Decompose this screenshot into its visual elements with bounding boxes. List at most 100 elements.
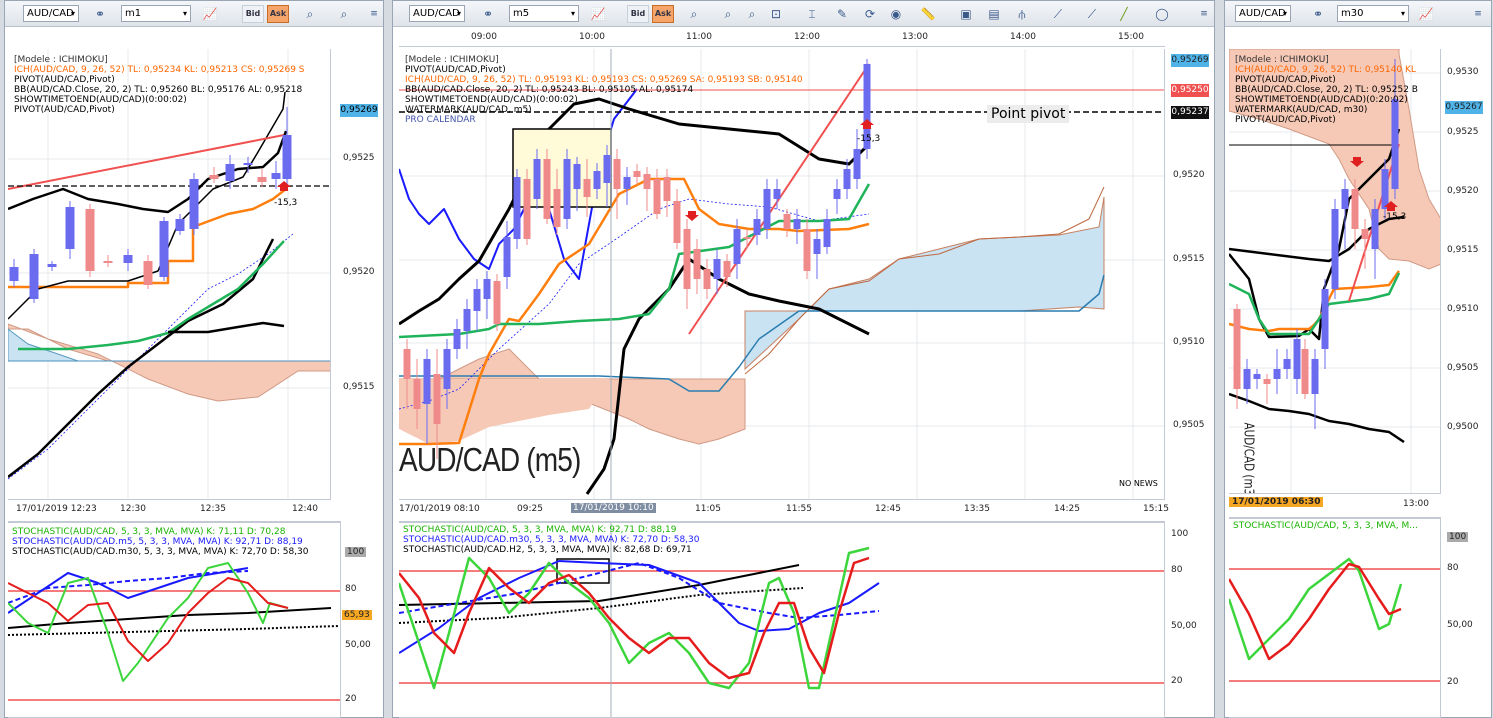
price-tick: 0,9500 <box>1447 422 1479 432</box>
price-tick: 0,9510 <box>1447 304 1479 314</box>
zoom-out-icon[interactable]: ⌕ <box>335 6 353 22</box>
zoom-in-icon[interactable]: ⌕ <box>301 6 319 22</box>
time-tick: 12:45 <box>875 504 901 514</box>
refresh-icon[interactable]: ⟳ <box>861 6 879 22</box>
link-icon[interactable]: ⚭ <box>479 6 497 22</box>
price-tick: 0,9510 <box>1173 337 1205 347</box>
legend-line: PRO CALENDAR <box>405 115 476 125</box>
candlestick <box>783 214 791 229</box>
time-tick: 11:55 <box>786 504 812 514</box>
candlestick <box>1301 349 1309 394</box>
zoom-in-icon[interactable]: ⌕ <box>685 6 703 22</box>
timeframe-select[interactable]: m1 ▾ <box>121 5 191 22</box>
fit-icon[interactable]: ⌕ <box>743 6 761 22</box>
time-tick: 13:00 <box>1403 499 1429 509</box>
save-icon[interactable]: ▤ <box>985 6 1003 22</box>
candlestick <box>813 239 821 254</box>
candlestick <box>703 269 711 289</box>
stoch-tick: 50,00 <box>1447 620 1473 630</box>
ruler-icon[interactable]: 📏 <box>919 6 937 22</box>
edit-icon[interactable]: ✎ <box>833 6 851 22</box>
candlestick <box>1283 359 1291 369</box>
candlestick <box>523 179 531 239</box>
candlestick <box>513 177 521 239</box>
legend-line: BB(AUD/CAD.Close, 20, 2) TL: 0,95260 BL:… <box>14 85 303 95</box>
candlestick <box>553 189 561 227</box>
trend-line <box>8 134 285 190</box>
cursor-icon[interactable]: ⌶ <box>803 6 821 22</box>
menu-icon[interactable]: ≡ <box>1195 6 1213 22</box>
candlestick <box>463 309 471 331</box>
candlestick <box>65 207 75 249</box>
ask-button[interactable]: Ask <box>267 5 289 23</box>
chart-type-icon[interactable]: 📈 <box>1417 6 1435 22</box>
candlestick <box>123 255 133 263</box>
legend-line: [Modele : ICHIMOKU] <box>14 55 108 65</box>
signal-arrow-up <box>277 181 291 191</box>
link-icon[interactable]: ⚭ <box>91 6 109 22</box>
timeframe-select[interactable]: m5 ▾ <box>509 5 579 22</box>
menu-icon[interactable]: ≡ <box>1469 6 1487 22</box>
ask-button[interactable]: Ask <box>652 5 674 23</box>
fan-icon[interactable]: ⟋ <box>1049 6 1067 22</box>
pen-icon[interactable]: ⟋ <box>1083 6 1101 22</box>
candlestick <box>823 219 831 247</box>
candlestick <box>282 135 292 179</box>
symbol-select[interactable]: AUD/CAD ▾ <box>1235 5 1291 22</box>
candlestick <box>1361 229 1369 239</box>
price-plot-m5[interactable]: -15,3 [Modele : ICHIMOKU] PIVOT(AUD/CAD,P… <box>399 49 1165 500</box>
indicator-legend-m1: [Modele : ICHIMOKU] ICH(AUD/CAD, 9, 26, 5… <box>14 55 305 115</box>
zoom-box-icon[interactable]: ⊡ <box>767 6 785 22</box>
timeframe-select[interactable]: m30 ▾ <box>1337 5 1409 22</box>
stoch-d <box>1229 562 1402 661</box>
price-tick: 0,9520 <box>1447 186 1479 196</box>
bid-button[interactable]: Bid <box>627 5 649 23</box>
candlestick <box>1311 359 1319 394</box>
stochastic-plot-m30[interactable]: STOCHASTIC(AUD/CAD, 5, 3, 3, MVA, M... <box>1229 517 1441 718</box>
stochastic-plot-m1[interactable]: STOCHASTIC(AUD/CAD, 5, 3, 3, MVA, MVA) K… <box>8 521 341 718</box>
stochastic-axis-m30: 100 80 50,00 20 <box>1441 517 1491 718</box>
time-tick: 17/01/2019 12:23 <box>16 504 97 514</box>
candlestick <box>623 177 631 189</box>
top-time-tick: 10:00 <box>579 32 605 42</box>
legend-line: PIVOT(AUD/CAD,Pivot) <box>14 105 115 115</box>
trendline-icon[interactable]: ╱ <box>1115 6 1133 22</box>
candlestick <box>1263 379 1271 384</box>
price-plot-m30[interactable]: -15,3 [Modele : ICHIMOKU] ICH(AUD/CAD, 9,… <box>1229 49 1441 494</box>
candlestick <box>653 179 661 214</box>
price-axis-m5: 0,95269 0,95250 0,95237 0,9520 0,9515 0,… <box>1165 49 1213 500</box>
link-icon[interactable]: ⚭ <box>1309 6 1327 22</box>
symbol-select[interactable]: AUD/CAD ▾ <box>23 5 79 22</box>
chevron-down-icon: ▾ <box>70 9 75 18</box>
price-plot-m1[interactable]: -15,3 [Modele : ICHIMOKU] ICH(AUD/CAD, 9,… <box>8 49 331 500</box>
globe-icon[interactable]: ◉ <box>887 6 905 22</box>
stoch-tick: 20 <box>345 694 357 704</box>
time-tick: 12:40 <box>292 504 318 514</box>
signal-annotation: -15,3 <box>274 198 297 208</box>
candlestick <box>257 177 267 182</box>
candlestick <box>663 177 671 201</box>
zoom-out-icon[interactable]: ⌕ <box>719 6 737 22</box>
ellipse-icon[interactable]: ◯ <box>1153 6 1171 22</box>
stoch-tick: 50,00 <box>1171 621 1197 631</box>
stoch-m30-d <box>8 625 339 636</box>
time-tick: 14:25 <box>1054 504 1080 514</box>
kijun-sen <box>18 240 285 351</box>
price-axis-m1: 0,9525 0,9520 0,9515 0,95269 <box>331 49 383 500</box>
image-icon[interactable]: ▣ <box>957 6 975 22</box>
stoch-tick: 80 <box>1447 563 1459 573</box>
bid-button[interactable]: Bid <box>242 5 264 23</box>
stochastic-plot-m5[interactable]: STOCHASTIC(AUD/CAD, 5, 3, 3, MVA, MVA) K… <box>399 521 1165 718</box>
candlestick <box>583 179 591 197</box>
symbol-select[interactable]: AUD/CAD ▾ <box>409 5 465 22</box>
fork-icon[interactable]: ⫛ <box>1013 6 1031 22</box>
chevron-down-icon: ▾ <box>182 9 187 18</box>
candlestick <box>853 149 861 179</box>
signal-arrow-up <box>860 119 874 129</box>
bollinger-upper <box>399 97 871 326</box>
top-time-tick: 12:00 <box>794 32 820 42</box>
menu-icon[interactable]: ≡ <box>365 6 383 22</box>
chart-type-icon[interactable]: 📈 <box>589 6 607 22</box>
top-time-tick: 09:00 <box>471 32 497 42</box>
chart-type-icon[interactable]: 📈 <box>201 6 219 22</box>
